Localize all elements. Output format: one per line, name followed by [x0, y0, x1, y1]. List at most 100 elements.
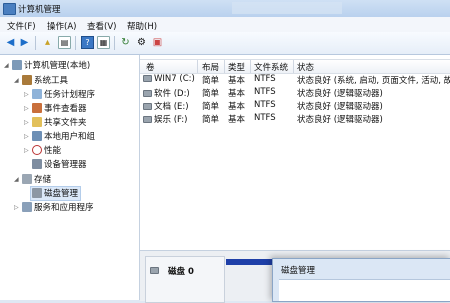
window-title: 计算机管理 [18, 5, 61, 15]
volume-cell: 娱乐 (F:) [143, 113, 187, 125]
dialog-body [279, 279, 450, 301]
filesystem-cell: NTFS [254, 74, 276, 84]
tree-item-root[interactable]: ◢ 计算机管理(本地) [4, 59, 90, 72]
computer-management-icon [3, 3, 16, 15]
disk-management-icon [32, 188, 42, 198]
column-header-filesystem[interactable]: 文件系统 [254, 61, 288, 73]
collapse-icon[interactable]: ◢ [4, 62, 12, 69]
users-icon [32, 131, 42, 141]
back-icon[interactable]: ◀ [4, 36, 17, 49]
tree-item-disk-management[interactable]: 磁盘管理 [30, 186, 82, 201]
status-cell: 状态良好 (逻辑驱动器) [297, 102, 383, 112]
event-viewer-icon [32, 103, 42, 113]
tree-item-performance[interactable]: ▷ 性能 [24, 144, 61, 157]
show-hide-tree-icon[interactable]: ▤ [58, 36, 71, 49]
type-cell: 基本 [228, 102, 246, 112]
status-cell: 状态良好 (系统, 启动, 页面文件, 活动, 故 [297, 76, 450, 86]
status-cell: 状态良好 (逻辑驱动器) [297, 115, 383, 125]
drive-icon [143, 90, 152, 97]
menu-file[interactable]: 文件(F) [7, 20, 36, 32]
tree-item-services-apps[interactable]: ▷ 服务和应用程序 [14, 201, 94, 214]
computer-icon [12, 60, 22, 70]
forward-icon[interactable]: ▶ [18, 36, 31, 49]
volume-name: 软件 (D:) [154, 89, 190, 99]
tree-item-event-viewer[interactable]: ▷ 事件查看器 [24, 102, 87, 115]
type-cell: 基本 [228, 115, 246, 125]
volume-cell: WIN7 (C:) [143, 74, 195, 84]
up-folder-icon[interactable]: ▴ [41, 36, 54, 49]
filesystem-cell: NTFS [254, 100, 276, 110]
disk-card[interactable]: 磁盘 0 [145, 256, 225, 303]
collapse-icon[interactable]: ◢ [14, 176, 22, 183]
layout-cell: 简单 [202, 89, 220, 99]
drive-icon [143, 103, 152, 110]
volume-cell: 文档 (E:) [143, 100, 189, 112]
menu-help[interactable]: 帮助(H) [127, 20, 157, 32]
menu-view[interactable]: 查看(V) [87, 20, 116, 32]
column-header-layout[interactable]: 布局 [202, 61, 219, 73]
type-cell: 基本 [228, 76, 246, 86]
export-list-icon[interactable]: ▣ [151, 36, 164, 49]
type-cell: 基本 [228, 89, 246, 99]
column-divider[interactable] [250, 60, 251, 73]
expand-icon[interactable]: ▷ [24, 147, 32, 154]
services-icon [22, 202, 32, 212]
expand-icon[interactable]: ▷ [24, 133, 32, 140]
device-manager-icon [32, 159, 42, 169]
title-bar: 计算机管理 [0, 0, 450, 18]
toolbar: ◀ ▶ ▴ ▤ ? ▦ ↻ ⚙ ▣ [0, 32, 450, 55]
column-divider[interactable] [224, 60, 225, 73]
drive-icon [143, 116, 152, 123]
collapse-icon[interactable]: ◢ [14, 77, 22, 84]
filesystem-cell: NTFS [254, 87, 276, 97]
performance-icon [32, 145, 42, 155]
expand-icon[interactable]: ▷ [24, 91, 32, 98]
dialog-title: 磁盘管理 [281, 266, 316, 276]
disk-label: 磁盘 0 [168, 267, 194, 277]
shared-folder-icon [32, 117, 42, 127]
volume-name: 娱乐 (F:) [154, 115, 188, 125]
toolbar-separator [75, 36, 76, 50]
table-row[interactable]: WIN7 (C:) 简单 基本 NTFS 状态良好 (系统, 启动, 页面文件,… [140, 73, 450, 86]
volume-name: 文档 (E:) [154, 102, 189, 112]
tree-item-task-scheduler[interactable]: ▷ 任务计划程序 [24, 88, 95, 101]
menu-action[interactable]: 操作(A) [47, 20, 76, 32]
layout-cell: 简单 [202, 76, 220, 86]
column-header-type[interactable]: 类型 [228, 61, 245, 73]
volume-name: WIN7 (C:) [154, 74, 195, 84]
tree-item-local-users[interactable]: ▷ 本地用户和组 [24, 130, 95, 143]
properties-icon[interactable]: ▦ [97, 36, 110, 49]
table-row[interactable]: 软件 (D:) 简单 基本 NTFS 状态良好 (逻辑驱动器) [140, 86, 450, 99]
layout-cell: 简单 [202, 115, 220, 125]
table-row[interactable]: 娱乐 (F:) 简单 基本 NTFS 状态良好 (逻辑驱动器) [140, 112, 450, 125]
table-row[interactable]: 文档 (E:) 简单 基本 NTFS 状态良好 (逻辑驱动器) [140, 99, 450, 112]
tree-item-storage[interactable]: ◢ 存储 [14, 173, 51, 186]
storage-icon [22, 174, 32, 184]
column-divider[interactable] [293, 60, 294, 73]
disk-icon [150, 267, 159, 274]
drive-icon [143, 75, 152, 82]
tree-item-system-tools[interactable]: ◢ 系统工具 [14, 74, 68, 87]
volume-list: 卷 布局 类型 文件系统 状态 WIN7 (C:) 简单 基本 NTFS 状态良… [140, 55, 450, 250]
expand-icon[interactable]: ▷ [14, 204, 22, 211]
refresh-icon[interactable]: ↻ [119, 36, 132, 49]
task-scheduler-icon [32, 89, 42, 99]
column-header-status[interactable]: 状态 [297, 61, 314, 73]
volume-cell: 软件 (D:) [143, 87, 190, 99]
navigation-tree: ◢ 计算机管理(本地) ◢ 系统工具 ▷ 任务计划程序 ▷ 事件查看器 ▷ 共享文件夹 ▷… [0, 55, 140, 300]
settings-icon[interactable]: ⚙ [135, 36, 148, 49]
column-header-volume[interactable]: 卷 [146, 61, 155, 73]
toolbox-icon [22, 75, 32, 85]
title-bar-blur [232, 2, 342, 14]
expand-icon[interactable]: ▷ [24, 105, 32, 112]
column-divider[interactable] [197, 60, 198, 73]
layout-cell: 简单 [202, 102, 220, 112]
tree-item-device-manager[interactable]: 设备管理器 [32, 158, 87, 171]
menu-bar: 文件(F) 操作(A) 查看(V) 帮助(H) [0, 17, 450, 33]
tree-item-shared-folders[interactable]: ▷ 共享文件夹 [24, 116, 87, 129]
help-icon[interactable]: ? [81, 36, 94, 49]
filesystem-cell: NTFS [254, 113, 276, 123]
expand-icon[interactable]: ▷ [24, 119, 32, 126]
toolbar-separator [35, 36, 36, 50]
disk-management-dialog: 磁盘管理 [272, 258, 450, 302]
